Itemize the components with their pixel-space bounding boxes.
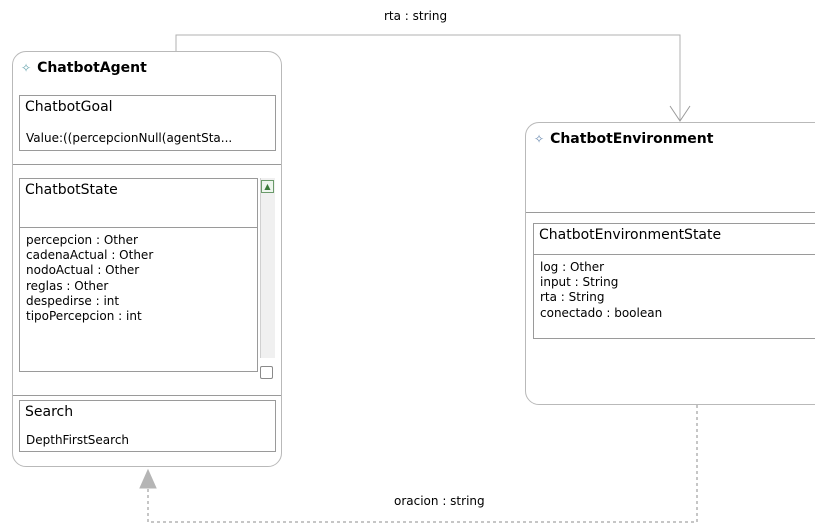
environment-attribute: conectado : boolean <box>540 305 663 320</box>
resize-handle-icon[interactable] <box>260 366 273 379</box>
state-scrollbar[interactable]: ▲ <box>260 178 275 358</box>
state-attribute: percepcion : Other <box>26 233 138 247</box>
scroll-up-icon[interactable]: ▲ <box>261 180 274 193</box>
state-attribute-list: percepcion : Other cadenaActual : Other … <box>26 233 153 324</box>
oracion-arrowhead <box>139 468 157 489</box>
diamond-icon: ✧ <box>21 61 32 75</box>
environment-divider <box>526 212 815 213</box>
state-attribute: despedirse : int <box>26 293 120 308</box>
state-attribute: reglas : Other <box>26 278 109 293</box>
environment-state-title: ChatbotEnvironmentState <box>539 227 722 243</box>
search-value: DepthFirstSearch <box>26 433 130 447</box>
state-divider <box>20 227 257 228</box>
environment-state-divider <box>534 254 815 255</box>
state-attribute: nodoActual : Other <box>26 263 140 278</box>
environment-name: ChatbotEnvironment <box>550 131 714 147</box>
search-section[interactable]: Search DepthFirstSearch <box>19 400 276 452</box>
chatbot-state-section[interactable]: ChatbotState percepcion : Other cadenaAc… <box>19 178 258 372</box>
environment-attribute: input : String <box>540 275 619 290</box>
chatbot-environment-node[interactable]: ✧ ChatbotEnvironment ChatbotEnvironmentS… <box>525 122 815 405</box>
environment-attribute: log : Other <box>540 260 605 274</box>
chatbot-agent-node[interactable]: ✧ ChatbotAgent ChatbotGoal Value:((perce… <box>12 51 282 467</box>
state-attribute: cadenaActual : Other <box>26 248 154 263</box>
agent-divider-1 <box>13 164 281 165</box>
search-title: Search <box>25 404 74 420</box>
goal-title: ChatbotGoal <box>25 99 113 115</box>
oracion-connector-label: oracion : string <box>394 494 485 508</box>
agent-header: ✧ ChatbotAgent <box>21 58 147 78</box>
diamond-icon: ✧ <box>534 132 545 146</box>
agent-name: ChatbotAgent <box>37 60 147 76</box>
state-attribute: tipoPercepcion : int <box>26 309 142 324</box>
environment-attribute-list: log : Other input : String rta : String … <box>540 260 662 321</box>
chatbot-goal-section[interactable]: ChatbotGoal Value:((percepcionNull(agent… <box>19 95 276 151</box>
rta-connector-label: rta : string <box>384 9 448 23</box>
environment-state-section[interactable]: ChatbotEnvironmentState log : Other inpu… <box>533 223 815 339</box>
state-title: ChatbotState <box>25 182 118 198</box>
goal-value: Value:((percepcionNull(agentSta... <box>26 131 233 145</box>
agent-divider-2 <box>13 395 281 396</box>
environment-attribute: rta : String <box>540 290 605 305</box>
environment-header: ✧ ChatbotEnvironment <box>534 129 713 149</box>
